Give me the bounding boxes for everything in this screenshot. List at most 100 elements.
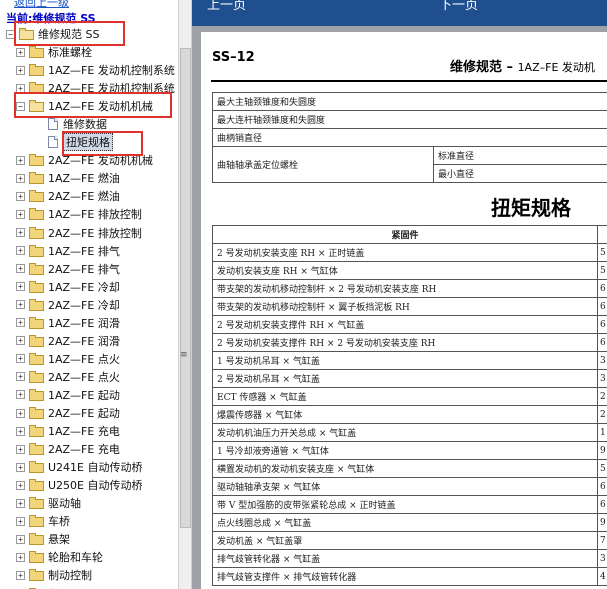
spec-table: 最大主轴颈锥度和失圆度 最大连杆轴颈锥度和失圆度 曲柄销直径 曲轴轴承盖定位螺栓…: [212, 92, 607, 183]
tree-item[interactable]: +2AZ—FE 润滑: [16, 332, 120, 350]
manual-page: SS–12 维修规范 – 1AZ–FE 发动机 最大主轴颈锥度和失圆度 最大连杆…: [201, 32, 607, 589]
tree-item-label: 制动器: [48, 586, 81, 589]
folder-icon: [29, 461, 44, 474]
tree-item[interactable]: +1AZ—FE 燃油: [16, 169, 120, 187]
tree-item[interactable]: + 悬架: [16, 530, 70, 548]
expand-icon[interactable]: +: [16, 570, 25, 580]
expand-icon[interactable]: +: [16, 47, 25, 57]
back-link[interactable]: 返回上一级: [14, 0, 69, 10]
header-sub: 1AZ–FE 发动机: [517, 61, 595, 74]
tree-item[interactable]: +2AZ—FE 排放控制: [16, 224, 142, 242]
tree-item[interactable]: +1AZ—FE 润滑: [16, 314, 120, 332]
folder-icon: [29, 407, 44, 419]
next-page-link[interactable]: 下一页: [439, 0, 478, 13]
tree-panel: 返回上一级 当前:维修规范 SS − 维修规范 SS + 标准螺栓 +1AZ—FE …: [0, 0, 180, 589]
tree-item[interactable]: +制动器: [16, 585, 81, 589]
tree-item[interactable]: +1AZ—FE 排放控制: [16, 205, 142, 223]
annotation-box-torque: [62, 131, 143, 156]
expand-icon[interactable]: +: [16, 534, 25, 544]
document-icon: [48, 118, 58, 131]
fastener-cell: 1 号发动机吊耳 × 气缸盖: [212, 351, 598, 370]
torque-value-cell: 5: [597, 243, 607, 262]
tree-item[interactable]: +2AZ—FE 冷却: [16, 296, 120, 314]
tree-item-label: 悬架: [48, 533, 70, 547]
folder-icon: [29, 208, 44, 221]
table-row: 1 号冷却液旁通管 × 气缸体 9: [212, 441, 607, 460]
tree-item-label: 1AZ—FE 充电: [48, 425, 120, 439]
folder-icon: [29, 226, 44, 239]
fastener-cell: 2 号发动机安装支撑件 RH × 气缸盖: [212, 315, 598, 334]
tree-item[interactable]: + 轮胎和车轮: [16, 548, 103, 566]
expand-icon[interactable]: +: [16, 336, 25, 346]
tree-item[interactable]: +2AZ—FE 起动: [16, 404, 120, 422]
tree-item-label: 2AZ—FE 点火: [48, 370, 120, 384]
torque-value-cell: 5: [597, 459, 607, 478]
expand-icon[interactable]: +: [16, 300, 25, 310]
expand-icon[interactable]: +: [16, 264, 25, 274]
tree-item[interactable]: +1AZ—FE 冷却: [16, 278, 120, 296]
expand-icon[interactable]: +: [16, 372, 25, 382]
expand-icon[interactable]: +: [16, 408, 25, 418]
expand-icon[interactable]: +: [16, 444, 25, 454]
expand-icon[interactable]: +: [16, 191, 25, 201]
expand-icon[interactable]: +: [16, 390, 25, 400]
tree-item[interactable]: +2AZ—FE 排气: [16, 260, 120, 278]
fastener-cell: 爆震传感器 × 气缸体: [212, 405, 598, 424]
expand-icon[interactable]: +: [16, 282, 25, 292]
torque-value-cell: 6: [597, 477, 607, 496]
expand-icon[interactable]: +: [16, 155, 25, 165]
tree-item[interactable]: + 制动控制: [16, 566, 92, 584]
tree-item[interactable]: + 车桥: [16, 512, 70, 530]
tree-item-label: 制动控制: [48, 569, 92, 583]
tree-scrollbar[interactable]: ≡: [178, 0, 192, 589]
expand-icon[interactable]: +: [16, 173, 25, 183]
tree-item-label: 2AZ—FE 排气: [48, 262, 120, 276]
tree-item[interactable]: + U241E 自动传动桥: [16, 458, 143, 476]
scrollbar-thumb[interactable]: [180, 48, 191, 528]
tree-item-label: 1AZ—FE 冷却: [48, 280, 120, 294]
annotation-box-engine: [14, 92, 172, 118]
expand-icon[interactable]: +: [16, 209, 25, 219]
fastener-cell: 1 号冷却液旁通管 × 气缸体: [212, 441, 598, 460]
tree-item[interactable]: +1AZ—FE 点火: [16, 350, 120, 368]
table-row: 发动机盖 × 气缸盖罩 7: [212, 531, 607, 550]
table-row: 发动机安装支座 RH × 气缸体 5: [212, 261, 607, 280]
fastener-cell: 带 V 型加强筋的皮带张紧轮总成 × 正时链盖: [212, 495, 598, 514]
tree-item[interactable]: +1AZ—FE 起动: [16, 386, 120, 404]
tree-item-label: 标准螺栓: [48, 46, 92, 59]
torque-value-cell: 3: [597, 351, 607, 370]
expand-icon[interactable]: +: [16, 246, 25, 256]
folder-icon: [29, 425, 44, 438]
expand-icon[interactable]: +: [16, 426, 25, 436]
tree-item[interactable]: + 驱动轴: [16, 494, 81, 512]
tree-item-label: 1AZ—FE 润滑: [48, 316, 120, 330]
expand-icon[interactable]: +: [16, 498, 25, 508]
expand-icon[interactable]: +: [16, 354, 25, 364]
tree-item[interactable]: +1AZ—FE 发动机控制系统: [16, 61, 175, 79]
table-row: 带支架的发动机移动控制杆 × 翼子板挡泥板 RH 6: [212, 297, 607, 316]
expand-icon[interactable]: +: [16, 462, 25, 472]
tree-item[interactable]: +2AZ—FE 燃油: [16, 187, 120, 205]
tree-item[interactable]: +1AZ—FE 充电: [16, 422, 120, 440]
table-row: 排气歧管转化器 × 气缸盖 3: [212, 549, 607, 568]
tree-item[interactable]: +2AZ—FE 充电: [16, 440, 120, 458]
expand-icon[interactable]: +: [16, 480, 25, 490]
folder-icon: [29, 172, 44, 185]
expand-icon[interactable]: +: [16, 516, 25, 526]
folder-icon: [29, 244, 44, 257]
table-row: 点火线圈总成 × 气缸盖 9: [212, 513, 607, 532]
tree-item-label: 2AZ—FE 排放控制: [48, 226, 142, 240]
expand-icon[interactable]: +: [16, 318, 25, 328]
expand-icon[interactable]: +: [16, 65, 25, 75]
torque-value-cell: 1: [597, 423, 607, 442]
expand-icon[interactable]: +: [16, 228, 25, 237]
torque-value-cell: 2: [597, 387, 607, 406]
torque-value-cell: 7: [597, 531, 607, 550]
fastener-cell: 带支架的发动机移动控制杆 × 翼子板挡泥板 RH: [212, 297, 598, 316]
prev-page-link[interactable]: 上一页: [207, 0, 246, 13]
tree-item[interactable]: + U250E 自动传动桥: [16, 476, 143, 494]
folder-icon: [29, 154, 44, 167]
tree-item[interactable]: +2AZ—FE 点火: [16, 368, 120, 386]
expand-icon[interactable]: +: [16, 552, 25, 562]
tree-item[interactable]: +1AZ—FE 排气: [16, 242, 120, 260]
